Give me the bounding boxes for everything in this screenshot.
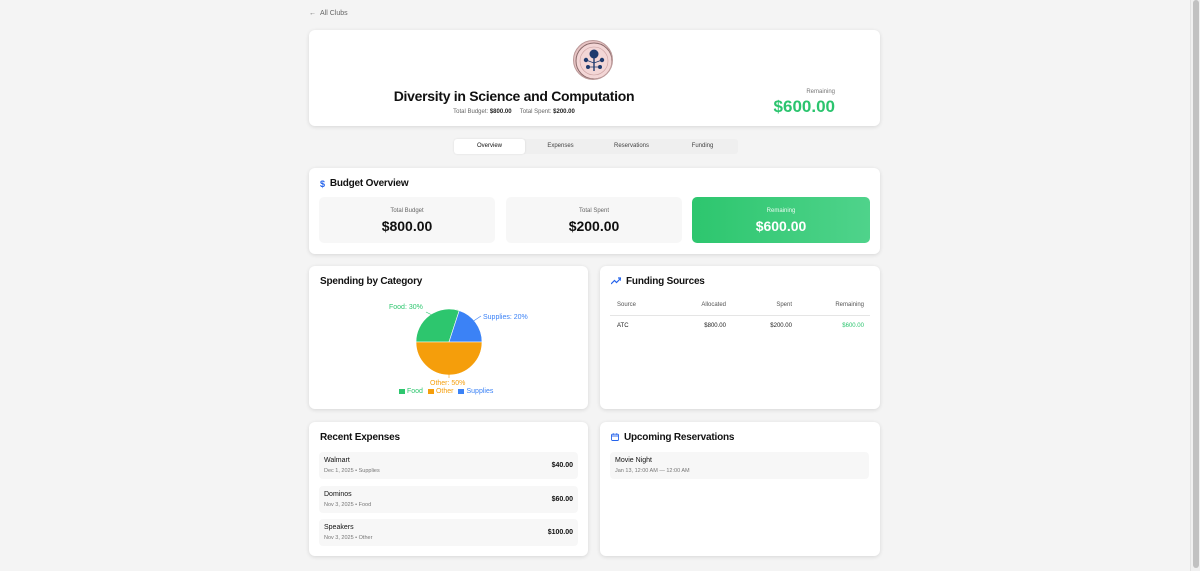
expense-meta: Dec 1, 2025 • Supplies [324, 468, 380, 474]
pie-legend: Food Other Supplies [399, 388, 493, 395]
stat-label: Total Budget [390, 208, 424, 214]
legend-food: Food [399, 388, 423, 395]
budget-overview-title-text: Budget Overview [329, 178, 409, 189]
stat-value: $600.00 [755, 218, 807, 234]
reservation-time: Jan 13, 12:00 AM — 12:00 AM [615, 468, 690, 474]
upcoming-reservations-card: Upcoming Reservations Movie Night Jan 13… [600, 422, 880, 556]
funding-title: Funding Sources [610, 276, 705, 287]
club-budget-summary: Total Budget: $800.00 Total Spent: $200.… [309, 109, 719, 115]
remaining-label: Remaining [806, 89, 835, 95]
total-budget-label: Total Budget: [453, 109, 489, 115]
cell-source: ATC [617, 323, 629, 329]
cell-allocated: $800.00 [704, 323, 726, 329]
legend-other: Other [427, 388, 453, 395]
budget-overview-card: $ Budget Overview Total Budget $800.00 T… [309, 168, 880, 254]
list-item[interactable]: Speakers Nov 3, 2025 • Other $100.00 [319, 519, 578, 546]
tab-expenses[interactable]: Expenses [525, 139, 596, 154]
legend-supplies: Supplies [458, 388, 493, 395]
expense-meta: Nov 3, 2025 • Food [324, 502, 372, 508]
remaining-value: $600.00 [773, 97, 835, 116]
col-remaining: Remaining [835, 302, 864, 308]
club-name: Diversity in Science and Computation [393, 88, 635, 104]
stat-label: Remaining [766, 208, 796, 214]
recent-expenses-card: Recent Expenses Walmart Dec 1, 2025 • Su… [309, 422, 588, 556]
reservations-title-text: Upcoming Reservations [624, 432, 735, 443]
pie-label-supplies: Supplies: 20% [483, 314, 528, 321]
tab-overview[interactable]: Overview [454, 139, 525, 154]
trending-up-icon [610, 276, 622, 287]
page-scrollbar[interactable] [1190, 0, 1200, 571]
list-item[interactable]: Walmart Dec 1, 2025 • Supplies $40.00 [319, 452, 578, 479]
pie-label-food: Food: 30% [389, 304, 423, 311]
stat-label: Total Spent [578, 208, 610, 214]
expense-name: Walmart [324, 457, 350, 464]
stat-remaining: Remaining $600.00 [692, 197, 870, 243]
spending-by-category-card: Spending by Category Food: 30% Supplies:… [309, 266, 588, 409]
stat-value: $800.00 [381, 218, 433, 234]
expense-meta: Nov 3, 2025 • Other [324, 535, 373, 541]
tab-bar: Overview Expenses Reservations Funding [454, 139, 738, 154]
expense-name: Speakers [324, 524, 354, 531]
total-spent-value: $200.00 [553, 109, 575, 115]
dollar-icon: $ [320, 178, 325, 189]
stat-value: $200.00 [568, 218, 620, 234]
list-item[interactable]: Dominos Nov 3, 2025 • Food $60.00 [319, 486, 578, 513]
funding-sources-card: Funding Sources Source Allocated Spent R… [600, 266, 880, 409]
list-item[interactable]: Movie Night Jan 13, 12:00 AM — 12:00 AM [610, 452, 869, 479]
tab-funding[interactable]: Funding [667, 139, 738, 154]
stat-total-spent: Total Spent $200.00 [506, 197, 682, 243]
tab-reservations[interactable]: Reservations [596, 139, 667, 154]
col-allocated: Allocated [701, 302, 726, 308]
cell-remaining: $600.00 [842, 323, 864, 329]
funding-title-text: Funding Sources [626, 276, 705, 287]
back-link-label: All Clubs [320, 10, 348, 17]
budget-overview-title: $ Budget Overview [320, 178, 409, 189]
col-spent: Spent [776, 302, 792, 308]
expense-name: Dominos [324, 491, 352, 498]
expense-amount: $60.00 [551, 496, 573, 503]
expense-amount: $100.00 [547, 529, 573, 536]
back-to-all-clubs-link[interactable]: ← All Clubs [309, 10, 348, 17]
scrollbar-thumb[interactable] [1193, 0, 1199, 568]
arrow-left-icon: ← [309, 10, 316, 17]
club-header-card: Diversity in Science and Computation Tot… [309, 30, 880, 126]
reservations-title: Upcoming Reservations [611, 432, 734, 443]
table-divider [610, 315, 870, 316]
calendar-icon [611, 432, 619, 443]
expense-amount: $40.00 [551, 462, 573, 469]
cell-spent: $200.00 [770, 323, 792, 329]
total-spent-label: Total Spent: [519, 109, 552, 115]
reservation-name: Movie Night [615, 457, 652, 464]
club-logo [573, 40, 613, 80]
col-source: Source [617, 302, 637, 308]
recent-expenses-title: Recent Expenses [320, 432, 400, 443]
total-budget-value: $800.00 [489, 109, 512, 115]
pie-label-other: Other: 50% [430, 380, 465, 387]
stat-total-budget: Total Budget $800.00 [319, 197, 495, 243]
